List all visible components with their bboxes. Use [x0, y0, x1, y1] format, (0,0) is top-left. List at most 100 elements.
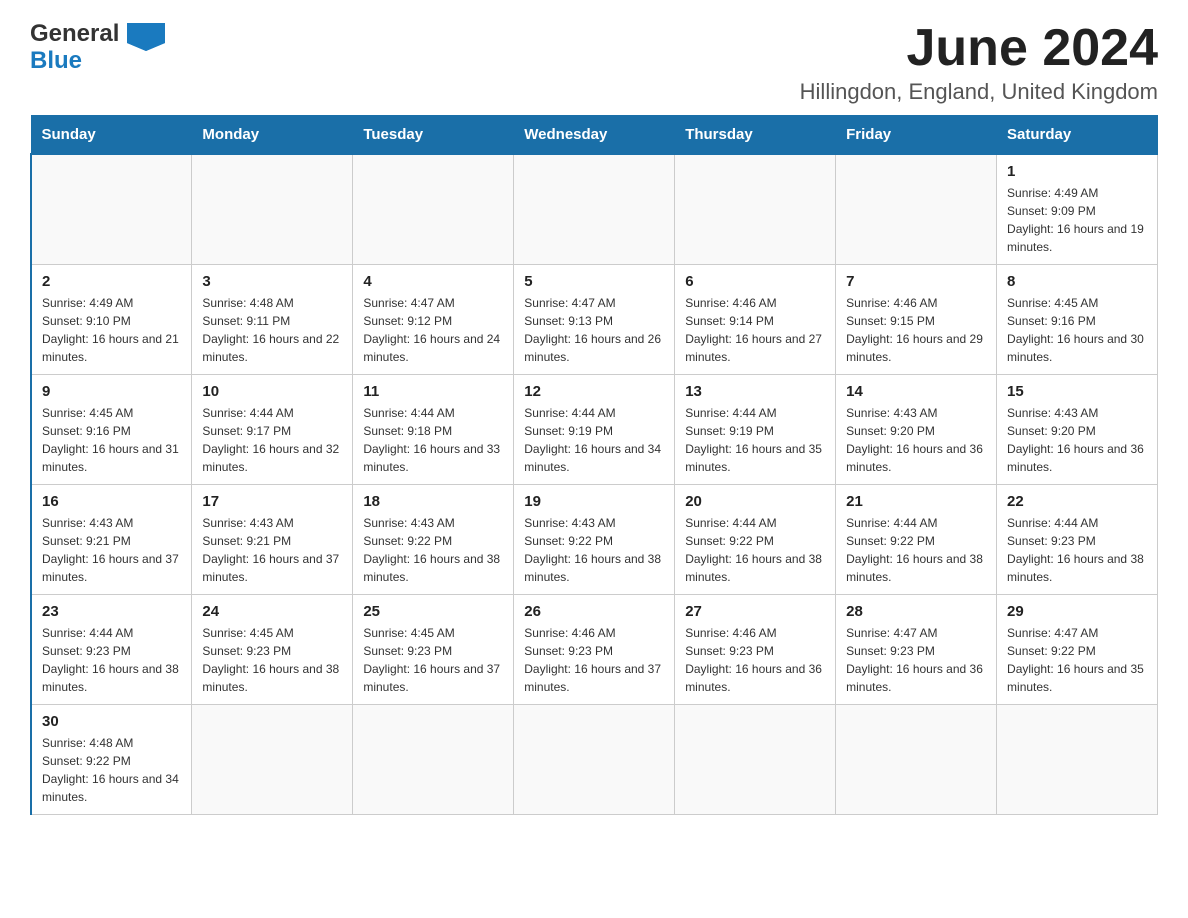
title-block: June 2024 Hillingdon, England, United Ki… [800, 20, 1158, 105]
day-number: 29 [1007, 603, 1147, 620]
calendar-body: 1 Sunrise: 4:49 AMSunset: 9:09 PMDaylight… [31, 154, 1158, 815]
header-day-monday: Monday [192, 116, 353, 155]
day-number: 6 [685, 273, 825, 290]
calendar-cell: 27Sunrise: 4:46 AMSunset: 9:23 PMDayligh… [675, 595, 836, 705]
logo: General Blue [30, 20, 165, 75]
day-info: Sunrise: 4:45 AMSunset: 9:23 PMDaylight:… [363, 624, 503, 696]
calendar-cell [514, 705, 675, 815]
calendar-cell: 25 Sunrise: 4:45 AMSunset: 9:23 PMDayligh… [353, 595, 514, 705]
day-number: 8 [1007, 273, 1147, 290]
day-number: 26 [524, 603, 664, 620]
day-info: Sunrise: 4:43 AMSunset: 9:22 PMDaylight:… [363, 514, 503, 586]
calendar-cell: 8 Sunrise: 4:45 AMSunset: 9:16 PMDaylight… [997, 265, 1158, 375]
calendar-cell: 3Sunrise: 4:48 AMSunset: 9:11 PMDaylight… [192, 265, 353, 375]
calendar-cell: 6 Sunrise: 4:46 AMSunset: 9:14 PMDaylight… [675, 265, 836, 375]
day-number: 23 [42, 603, 181, 620]
header-day-wednesday: Wednesday [514, 116, 675, 155]
day-info: Sunrise: 4:46 AMSunset: 9:14 PMDaylight:… [685, 294, 825, 366]
calendar-cell [836, 154, 997, 265]
day-info: Sunrise: 4:43 AMSunset: 9:21 PMDaylight:… [202, 514, 342, 586]
calendar-cell [353, 705, 514, 815]
calendar-cell [192, 705, 353, 815]
calendar-cell [675, 154, 836, 265]
week-row-4: 16Sunrise: 4:43 AMSunset: 9:21 PMDayligh… [31, 485, 1158, 595]
calendar-cell: 1 Sunrise: 4:49 AMSunset: 9:09 PMDaylight… [997, 154, 1158, 265]
header-row: SundayMondayTuesdayWednesdayThursdayFrid… [31, 116, 1158, 155]
calendar-cell [514, 154, 675, 265]
header-day-friday: Friday [836, 116, 997, 155]
day-info: Sunrise: 4:49 AMSunset: 9:09 PMDaylight:… [1007, 184, 1147, 256]
header-day-saturday: Saturday [997, 116, 1158, 155]
day-info: Sunrise: 4:43 AMSunset: 9:22 PMDaylight:… [524, 514, 664, 586]
calendar-cell: 7Sunrise: 4:46 AMSunset: 9:15 PMDaylight… [836, 265, 997, 375]
day-number: 19 [524, 493, 664, 510]
calendar-cell: 24 Sunrise: 4:45 AMSunset: 9:23 PMDayligh… [192, 595, 353, 705]
day-number: 30 [42, 713, 181, 730]
day-number: 17 [202, 493, 342, 510]
calendar-header: SundayMondayTuesdayWednesdayThursdayFrid… [31, 116, 1158, 155]
logo-blue-text: Blue [30, 47, 165, 75]
logo-icon [127, 23, 165, 51]
day-info: Sunrise: 4:47 AMSunset: 9:12 PMDaylight:… [363, 294, 503, 366]
day-number: 13 [685, 383, 825, 400]
calendar-cell [675, 705, 836, 815]
day-number: 7 [846, 273, 986, 290]
calendar-cell: 16Sunrise: 4:43 AMSunset: 9:21 PMDayligh… [31, 485, 192, 595]
day-info: Sunrise: 4:43 AMSunset: 9:21 PMDaylight:… [42, 514, 181, 586]
day-number: 4 [363, 273, 503, 290]
header-day-thursday: Thursday [675, 116, 836, 155]
calendar-cell: 20Sunrise: 4:44 AMSunset: 9:22 PMDayligh… [675, 485, 836, 595]
calendar-cell: 5Sunrise: 4:47 AMSunset: 9:13 PMDaylight… [514, 265, 675, 375]
day-info: Sunrise: 4:45 AMSunset: 9:16 PMDaylight:… [1007, 294, 1147, 366]
week-row-1: 1 Sunrise: 4:49 AMSunset: 9:09 PMDaylight… [31, 154, 1158, 265]
day-number: 12 [524, 383, 664, 400]
calendar-cell: 21Sunrise: 4:44 AMSunset: 9:22 PMDayligh… [836, 485, 997, 595]
day-info: Sunrise: 4:47 AMSunset: 9:22 PMDaylight:… [1007, 624, 1147, 696]
calendar-cell [353, 154, 514, 265]
day-info: Sunrise: 4:49 AMSunset: 9:10 PMDaylight:… [42, 294, 181, 366]
calendar-cell: 26 Sunrise: 4:46 AMSunset: 9:23 PMDayligh… [514, 595, 675, 705]
day-info: Sunrise: 4:45 AMSunset: 9:23 PMDaylight:… [202, 624, 342, 696]
week-row-2: 2 Sunrise: 4:49 AMSunset: 9:10 PMDaylight… [31, 265, 1158, 375]
day-number: 9 [42, 383, 181, 400]
calendar-cell: 2 Sunrise: 4:49 AMSunset: 9:10 PMDaylight… [31, 265, 192, 375]
calendar-cell [192, 154, 353, 265]
page-subtitle: Hillingdon, England, United Kingdom [800, 79, 1158, 105]
week-row-5: 23Sunrise: 4:44 AMSunset: 9:23 PMDayligh… [31, 595, 1158, 705]
calendar-cell: 23Sunrise: 4:44 AMSunset: 9:23 PMDayligh… [31, 595, 192, 705]
calendar-cell: 10Sunrise: 4:44 AMSunset: 9:17 PMDayligh… [192, 375, 353, 485]
day-info: Sunrise: 4:43 AMSunset: 9:20 PMDaylight:… [846, 404, 986, 476]
day-info: Sunrise: 4:44 AMSunset: 9:18 PMDaylight:… [363, 404, 503, 476]
day-number: 27 [685, 603, 825, 620]
calendar-cell: 30 Sunrise: 4:48 AMSunset: 9:22 PMDayligh… [31, 705, 192, 815]
calendar-cell: 11 Sunrise: 4:44 AMSunset: 9:18 PMDayligh… [353, 375, 514, 485]
calendar-cell: 15 Sunrise: 4:43 AMSunset: 9:20 PMDayligh… [997, 375, 1158, 485]
day-number: 24 [202, 603, 342, 620]
day-number: 5 [524, 273, 664, 290]
calendar-table: SundayMondayTuesdayWednesdayThursdayFrid… [30, 115, 1158, 815]
day-number: 20 [685, 493, 825, 510]
calendar-cell: 22Sunrise: 4:44 AMSunset: 9:23 PMDayligh… [997, 485, 1158, 595]
day-number: 2 [42, 273, 181, 290]
day-info: Sunrise: 4:44 AMSunset: 9:22 PMDaylight:… [846, 514, 986, 586]
header-day-sunday: Sunday [31, 116, 192, 155]
day-number: 25 [363, 603, 503, 620]
calendar-cell: 14Sunrise: 4:43 AMSunset: 9:20 PMDayligh… [836, 375, 997, 485]
day-info: Sunrise: 4:43 AMSunset: 9:20 PMDaylight:… [1007, 404, 1147, 476]
header-day-tuesday: Tuesday [353, 116, 514, 155]
day-number: 11 [363, 383, 503, 400]
calendar-cell: 29 Sunrise: 4:47 AMSunset: 9:22 PMDayligh… [997, 595, 1158, 705]
day-number: 1 [1007, 163, 1147, 180]
day-info: Sunrise: 4:44 AMSunset: 9:17 PMDaylight:… [202, 404, 342, 476]
day-info: Sunrise: 4:47 AMSunset: 9:23 PMDaylight:… [846, 624, 986, 696]
day-info: Sunrise: 4:45 AMSunset: 9:16 PMDaylight:… [42, 404, 181, 476]
calendar-cell: 17 Sunrise: 4:43 AMSunset: 9:21 PMDayligh… [192, 485, 353, 595]
day-info: Sunrise: 4:44 AMSunset: 9:19 PMDaylight:… [685, 404, 825, 476]
day-info: Sunrise: 4:46 AMSunset: 9:23 PMDaylight:… [524, 624, 664, 696]
calendar-cell [997, 705, 1158, 815]
calendar-cell: 19 Sunrise: 4:43 AMSunset: 9:22 PMDayligh… [514, 485, 675, 595]
calendar-cell: 28Sunrise: 4:47 AMSunset: 9:23 PMDayligh… [836, 595, 997, 705]
day-number: 15 [1007, 383, 1147, 400]
day-info: Sunrise: 4:48 AMSunset: 9:22 PMDaylight:… [42, 734, 181, 806]
calendar-cell: 18Sunrise: 4:43 AMSunset: 9:22 PMDayligh… [353, 485, 514, 595]
